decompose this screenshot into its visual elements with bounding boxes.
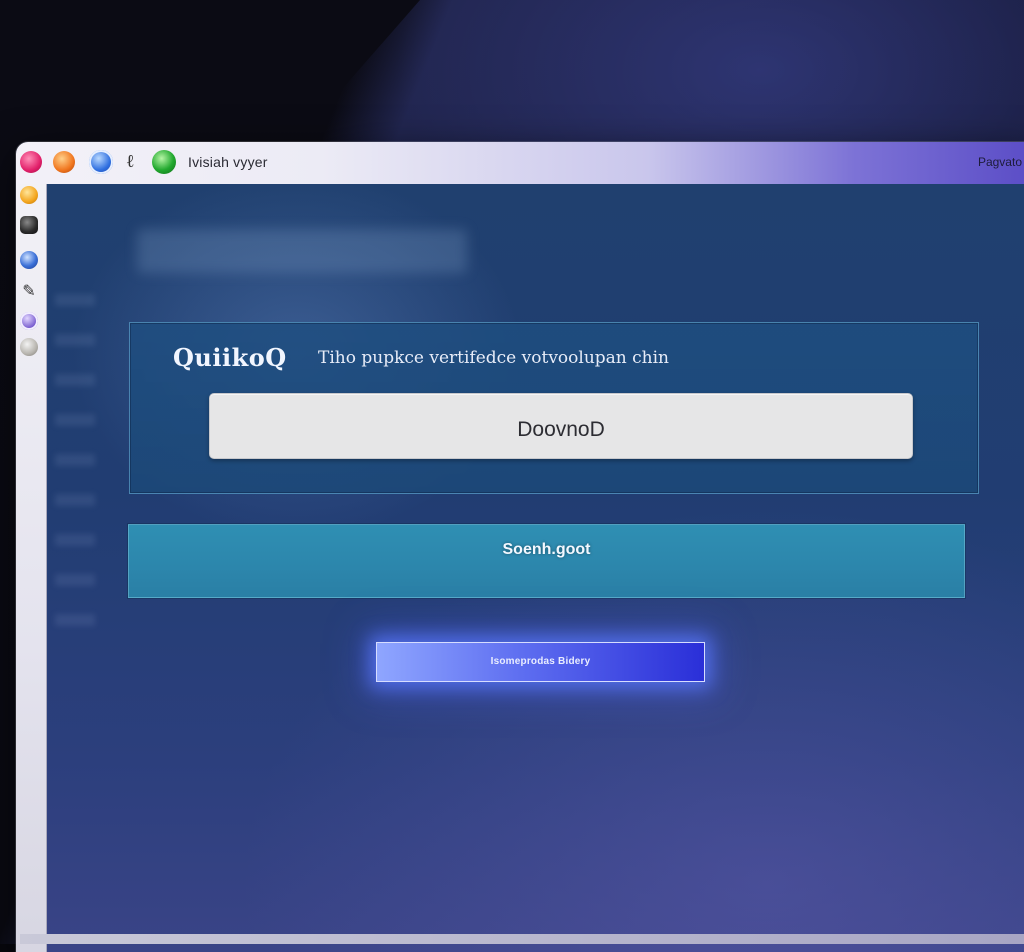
- card-subtitle: Tiho pupkce vertifedce votvoolupan chin: [318, 348, 669, 368]
- login-card: QuiikoQ Tiho pupkce vertifedce votvoolup…: [129, 322, 979, 494]
- app-icon-blue[interactable]: [89, 150, 113, 174]
- app-window: ℓ Ivisiah vyyer Pagvato ✎ QuiikoQ Tiho p…: [16, 142, 1024, 952]
- app-icon-script[interactable]: ℓ: [126, 151, 140, 173]
- titlebar-right-label[interactable]: Pagvato: [978, 155, 1022, 169]
- title-bar: ℓ Ivisiah vyyer Pagvato: [16, 142, 1024, 185]
- main-content: QuiikoQ Tiho pupkce vertifedce votvoolup…: [47, 184, 1024, 952]
- tools-icon[interactable]: ✎: [20, 283, 38, 301]
- brand-logo-text: QuiikoQ: [173, 343, 287, 372]
- blurred-header-bar: [137, 229, 467, 273]
- glow-action-button[interactable]: Isomeprodas Bidery: [376, 642, 705, 682]
- globe-icon[interactable]: [20, 251, 38, 269]
- gear-icon[interactable]: [20, 312, 38, 330]
- window-bottom-edge: [20, 934, 1024, 944]
- window-title: Ivisiah vyyer: [188, 154, 268, 170]
- clock-icon[interactable]: [20, 338, 38, 356]
- sidebar: ✎: [16, 184, 47, 952]
- folder-icon[interactable]: [20, 186, 38, 204]
- primary-action-button[interactable]: Soenh.goot: [128, 524, 965, 598]
- app-icon-green[interactable]: [152, 150, 176, 174]
- app-icon-orange[interactable]: [53, 151, 75, 173]
- app-icon-pink[interactable]: [20, 151, 42, 173]
- blurred-side-list: [55, 294, 95, 654]
- card-input-field[interactable]: DoovnoD: [209, 393, 913, 459]
- camera-icon[interactable]: [20, 216, 38, 234]
